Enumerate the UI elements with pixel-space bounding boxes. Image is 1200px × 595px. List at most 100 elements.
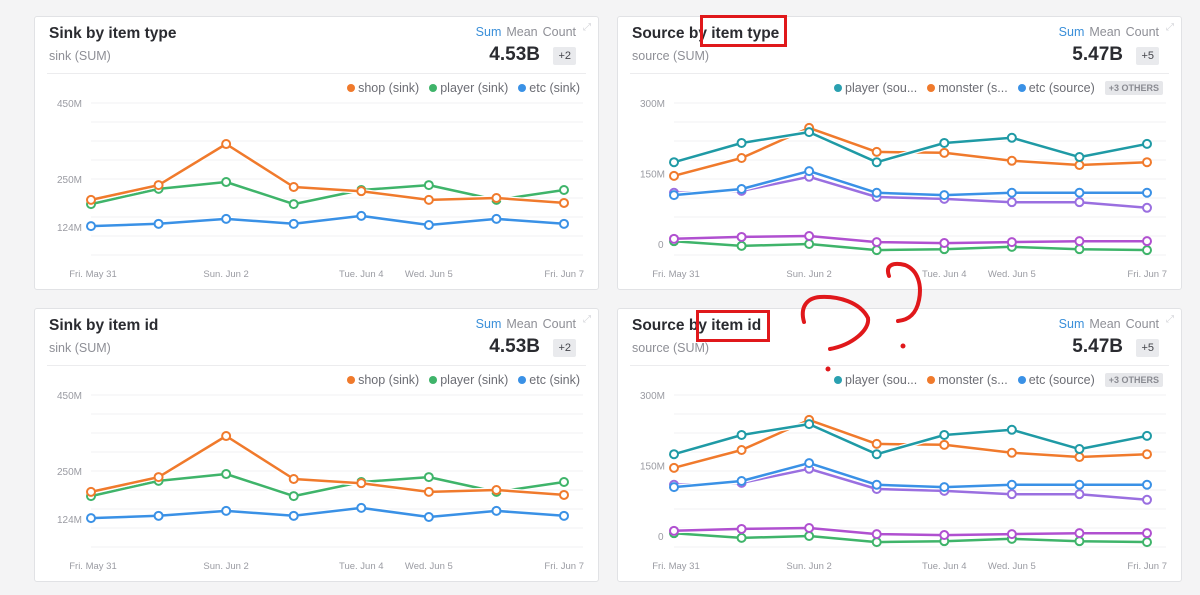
data-point[interactable] xyxy=(736,444,747,455)
data-point[interactable] xyxy=(288,473,299,484)
data-point[interactable] xyxy=(1074,479,1085,490)
data-point[interactable] xyxy=(356,186,367,197)
data-point[interactable] xyxy=(1006,479,1017,490)
data-point[interactable] xyxy=(669,525,679,536)
data-point[interactable] xyxy=(1074,197,1085,208)
data-point[interactable] xyxy=(871,237,882,248)
data-point[interactable] xyxy=(939,238,950,249)
data-point[interactable] xyxy=(153,472,164,483)
data-point[interactable] xyxy=(1006,424,1017,435)
data-point[interactable] xyxy=(491,213,502,224)
data-point[interactable] xyxy=(288,491,299,502)
data-point[interactable] xyxy=(1074,489,1085,500)
data-point[interactable] xyxy=(736,429,747,440)
data-point[interactable] xyxy=(669,462,679,473)
data-point[interactable] xyxy=(871,146,882,157)
data-point[interactable] xyxy=(804,239,815,249)
data-point[interactable] xyxy=(804,531,815,541)
data-point[interactable] xyxy=(1074,160,1085,171)
data-point[interactable] xyxy=(1142,187,1152,198)
data-point[interactable] xyxy=(804,419,815,430)
data-point[interactable] xyxy=(491,485,502,495)
data-point[interactable] xyxy=(1142,236,1152,247)
data-point[interactable] xyxy=(1142,528,1152,539)
data-point[interactable] xyxy=(1006,155,1017,166)
data-point[interactable] xyxy=(1006,132,1017,143)
series-line[interactable] xyxy=(90,434,565,497)
data-point[interactable] xyxy=(1074,244,1085,255)
data-point[interactable] xyxy=(221,469,232,480)
series-line[interactable] xyxy=(90,142,565,205)
data-point[interactable] xyxy=(871,529,882,540)
data-point[interactable] xyxy=(1142,157,1152,168)
data-point[interactable] xyxy=(669,482,679,493)
data-point[interactable] xyxy=(804,127,815,138)
data-point[interactable] xyxy=(804,523,815,534)
data-point[interactable] xyxy=(804,458,815,469)
data-point[interactable] xyxy=(153,510,164,521)
data-point[interactable] xyxy=(1074,452,1085,463)
data-point[interactable] xyxy=(871,479,882,490)
data-point[interactable] xyxy=(423,472,434,483)
data-point[interactable] xyxy=(669,233,679,244)
data-point[interactable] xyxy=(736,240,747,251)
data-point[interactable] xyxy=(423,180,434,191)
data-point[interactable] xyxy=(86,513,96,524)
data-point[interactable] xyxy=(939,137,950,148)
data-point[interactable] xyxy=(1006,529,1017,540)
data-point[interactable] xyxy=(804,166,815,177)
data-point[interactable] xyxy=(491,505,502,516)
data-point[interactable] xyxy=(1142,430,1152,441)
data-point[interactable] xyxy=(1142,479,1152,490)
data-point[interactable] xyxy=(804,231,815,242)
data-point[interactable] xyxy=(559,197,569,208)
data-point[interactable] xyxy=(221,213,232,224)
data-point[interactable] xyxy=(939,429,950,440)
data-point[interactable] xyxy=(1006,447,1017,458)
data-point[interactable] xyxy=(1006,237,1017,248)
data-point[interactable] xyxy=(1142,449,1152,460)
data-point[interactable] xyxy=(153,180,164,191)
data-point[interactable] xyxy=(86,194,96,205)
data-point[interactable] xyxy=(1006,197,1017,208)
data-point[interactable] xyxy=(1142,494,1152,505)
data-point[interactable] xyxy=(356,478,367,489)
data-point[interactable] xyxy=(221,505,232,516)
data-point[interactable] xyxy=(559,477,569,488)
data-point[interactable] xyxy=(939,482,950,493)
data-point[interactable] xyxy=(559,218,569,229)
data-point[interactable] xyxy=(871,438,882,449)
data-point[interactable] xyxy=(288,510,299,521)
data-point[interactable] xyxy=(736,476,747,487)
data-point[interactable] xyxy=(1074,236,1085,247)
data-point[interactable] xyxy=(736,231,747,242)
data-point[interactable] xyxy=(356,502,367,513)
data-point[interactable] xyxy=(1074,536,1085,547)
data-point[interactable] xyxy=(423,486,434,497)
data-point[interactable] xyxy=(491,193,502,203)
data-point[interactable] xyxy=(559,510,569,521)
data-point[interactable] xyxy=(221,431,232,442)
data-point[interactable] xyxy=(1006,187,1017,198)
data-point[interactable] xyxy=(221,139,232,150)
data-point[interactable] xyxy=(871,157,882,168)
data-point[interactable] xyxy=(669,170,679,181)
data-point[interactable] xyxy=(871,449,882,460)
data-point[interactable] xyxy=(288,199,299,210)
data-point[interactable] xyxy=(423,511,434,522)
data-point[interactable] xyxy=(559,489,569,500)
data-point[interactable] xyxy=(939,147,950,158)
data-point[interactable] xyxy=(871,187,882,198)
data-point[interactable] xyxy=(736,152,747,163)
data-point[interactable] xyxy=(221,177,232,188)
data-point[interactable] xyxy=(423,219,434,230)
data-point[interactable] xyxy=(1006,489,1017,500)
data-point[interactable] xyxy=(559,185,569,196)
data-point[interactable] xyxy=(871,537,882,548)
data-point[interactable] xyxy=(1142,202,1152,213)
data-point[interactable] xyxy=(736,184,747,195)
data-point[interactable] xyxy=(356,210,367,221)
data-point[interactable] xyxy=(288,218,299,229)
data-point[interactable] xyxy=(871,245,882,256)
data-point[interactable] xyxy=(736,523,747,534)
